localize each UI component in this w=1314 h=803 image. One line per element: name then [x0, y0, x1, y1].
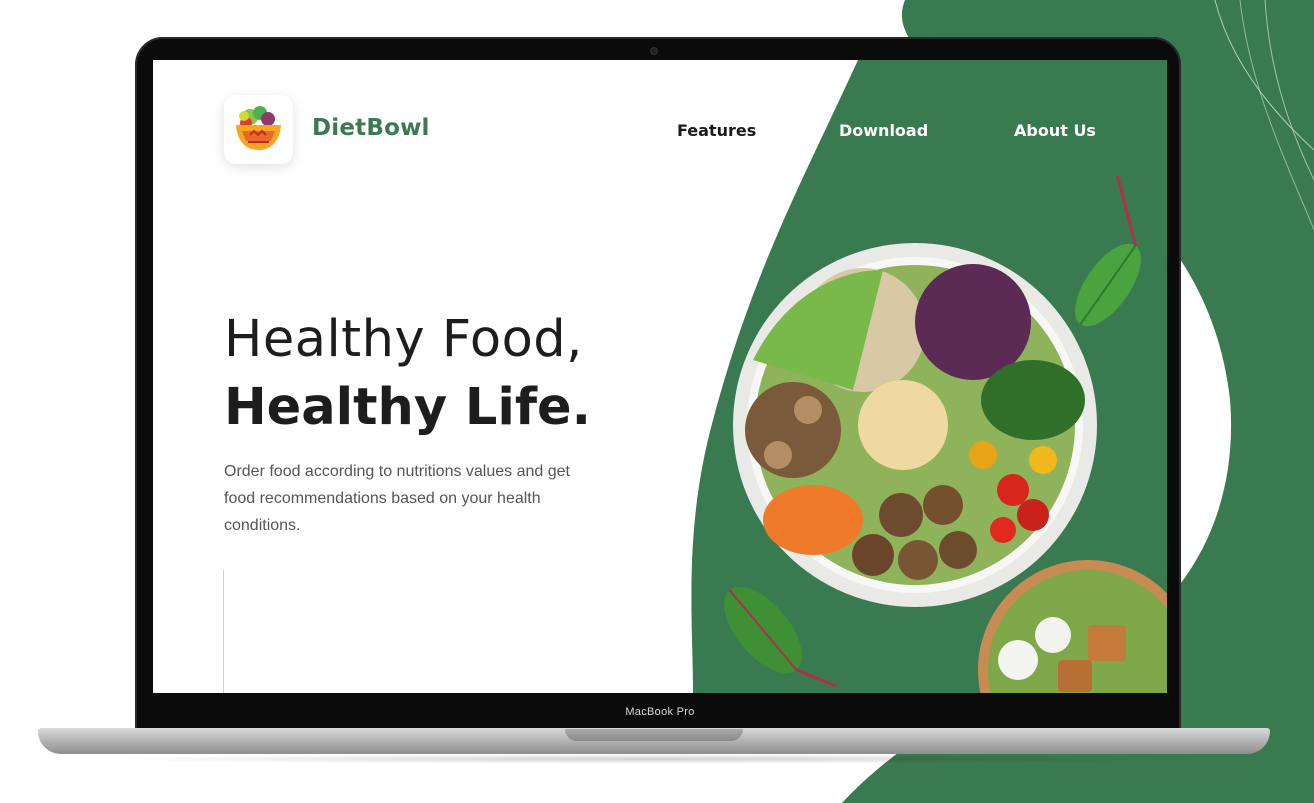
scroll-indicator-line [223, 570, 224, 693]
camera-icon [651, 48, 657, 54]
nav-features-link[interactable]: Features [677, 121, 756, 140]
app-logo[interactable] [224, 95, 293, 164]
laptop-shadow [90, 754, 1220, 764]
hero-title-line2: Healthy Life. [224, 378, 591, 437]
hero-description: Order food according to nutritions value… [224, 463, 570, 534]
hero-illustration [691, 60, 1167, 693]
nav-download-link[interactable]: Download [839, 121, 928, 140]
hero-title-line1: Healthy Food, [224, 310, 583, 369]
brand-name[interactable]: DietBowl [312, 115, 430, 141]
laptop-screen: DietBowl Features Download About Us Heal… [153, 60, 1167, 693]
salad-bowl-icon [236, 106, 281, 150]
laptop-base-notch [565, 729, 743, 741]
salad-bowl-image [733, 243, 1097, 607]
nav-about-link[interactable]: About Us [1014, 121, 1096, 140]
device-model-label: MacBook Pro [625, 706, 695, 718]
